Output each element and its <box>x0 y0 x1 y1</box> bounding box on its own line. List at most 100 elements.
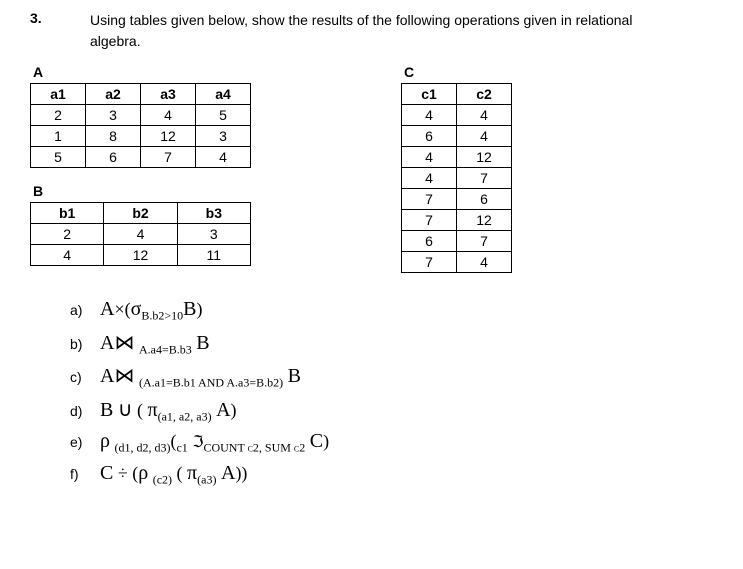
formula-label: b) <box>70 336 100 352</box>
sigma-icon: σ <box>131 298 142 320</box>
table-row: 6 4 <box>402 126 512 147</box>
symbol-open-paren: ( <box>137 400 143 420</box>
symbol-A: A <box>216 399 230 421</box>
table-cell: 12 <box>104 245 177 266</box>
symbol-C: C <box>100 462 113 484</box>
subscript: (A.a1=B.b1 AND A.a3=B.b2) <box>139 376 283 390</box>
table-b-group: B b1 b2 b3 2 4 3 4 12 11 <box>30 183 251 266</box>
formula-e: e) ρ (d1, d2, d3)(c1 ℑCOUNT c2, SUM c2 C… <box>70 430 713 456</box>
table-cell: 12 <box>141 126 196 147</box>
subscript: (a1, a2, a3) <box>158 409 212 423</box>
table-cell: 5 <box>31 147 86 168</box>
table-cell: 4 <box>104 224 177 245</box>
pi-icon: π <box>187 462 197 484</box>
table-header: a3 <box>141 84 196 105</box>
question-number: 3. <box>30 10 90 49</box>
table-header: b3 <box>177 203 250 224</box>
table-cell: 4 <box>31 245 104 266</box>
formula-label: a) <box>70 302 100 318</box>
formula-b: b) A⋈ A.a4=B.b3 B <box>70 330 713 358</box>
symbol-B: B <box>183 298 196 320</box>
table-cell: 2 <box>31 224 104 245</box>
table-cell: 1 <box>31 126 86 147</box>
subscript: COUNT c2, SUM c2 <box>203 441 305 455</box>
table-cell: 2 <box>31 105 86 126</box>
table-row: c1 c2 <box>402 84 512 105</box>
table-row: 4 4 <box>402 105 512 126</box>
symbol-close-paren: )) <box>235 463 247 483</box>
table-cell: 7 <box>402 252 457 273</box>
table-row: b1 b2 b3 <box>31 203 251 224</box>
table-cell: 12 <box>457 147 512 168</box>
table-header: a2 <box>86 84 141 105</box>
formula-f: f) C ÷ (ρ (c2) ( π(a3) A)) <box>70 462 713 488</box>
table-row: 7 6 <box>402 189 512 210</box>
table-cell: 4 <box>457 252 512 273</box>
subscript: (d1, d2, d3) <box>114 441 170 455</box>
table-cell: 4 <box>402 168 457 189</box>
formula-content: B ∪ ( π(a1, a2, a3) A) <box>100 397 237 425</box>
table-row: 7 12 <box>402 210 512 231</box>
question-text-line1: Using tables given below, show the resul… <box>90 12 632 28</box>
table-cell: 3 <box>86 105 141 126</box>
table-row: a1 a2 a3 a4 <box>31 84 251 105</box>
table-row: 7 4 <box>402 252 512 273</box>
symbol-close-paren: ) <box>323 431 329 451</box>
symbol-close-paren: ) <box>197 299 203 319</box>
table-header: b1 <box>31 203 104 224</box>
question-text-line2: algebra. <box>90 33 632 49</box>
aggregate-icon: ℑ <box>192 434 203 451</box>
symbol-B: B <box>288 365 301 387</box>
table-row: 1 8 12 3 <box>31 126 251 147</box>
subscript: (a3) <box>197 473 216 487</box>
table-cell: 3 <box>196 126 251 147</box>
table-header: a1 <box>31 84 86 105</box>
table-row: 4 7 <box>402 168 512 189</box>
formula-label: f) <box>70 466 100 482</box>
table-cell: 6 <box>402 126 457 147</box>
tables-container: A a1 a2 a3 a4 2 3 4 5 1 8 12 <box>30 64 713 273</box>
formula-a: a) A×(σB.b2>10B) <box>70 298 713 324</box>
pi-icon: π <box>147 399 157 421</box>
symbol-A: A <box>100 365 114 387</box>
table-row: 2 4 3 <box>31 224 251 245</box>
table-cell: 7 <box>402 189 457 210</box>
rho-icon: ρ <box>138 462 148 484</box>
left-tables: A a1 a2 a3 a4 2 3 4 5 1 8 12 <box>30 64 251 273</box>
formula-label: c) <box>70 369 100 385</box>
formula-label: e) <box>70 434 100 450</box>
table-cell: 12 <box>457 210 512 231</box>
table-cell: 7 <box>457 231 512 252</box>
table-row: 4 12 <box>402 147 512 168</box>
table-a: a1 a2 a3 a4 2 3 4 5 1 8 12 3 <box>30 83 251 168</box>
table-cell: 4 <box>457 105 512 126</box>
table-a-group: A a1 a2 a3 a4 2 3 4 5 1 8 12 <box>30 64 251 168</box>
division-icon: ÷ <box>118 463 128 483</box>
table-cell: 5 <box>196 105 251 126</box>
symbol-A: A <box>100 332 114 354</box>
table-b: b1 b2 b3 2 4 3 4 12 11 <box>30 202 251 266</box>
table-header: c2 <box>457 84 512 105</box>
question-text-wrapper: Using tables given below, show the resul… <box>90 10 632 49</box>
table-cell: 6 <box>402 231 457 252</box>
formula-c: c) A⋈ (A.a1=B.b1 AND A.a3=B.b2) B <box>70 363 713 391</box>
symbol-A: A <box>100 298 114 320</box>
table-cell: 6 <box>86 147 141 168</box>
table-row: 6 7 <box>402 231 512 252</box>
symbol-c1: c1 <box>176 441 187 455</box>
formula-content: A⋈ (A.a1=B.b1 AND A.a3=B.b2) B <box>100 363 301 391</box>
table-cell: 3 <box>177 224 250 245</box>
table-row: 2 3 4 5 <box>31 105 251 126</box>
table-cell: 4 <box>402 147 457 168</box>
join-icon: ⋈ <box>114 332 134 354</box>
union-icon: ∪ <box>118 399 133 421</box>
symbol-C: C <box>310 430 323 452</box>
table-cell: 8 <box>86 126 141 147</box>
symbol-B: B <box>100 399 113 421</box>
formula-label: d) <box>70 403 100 419</box>
question-header: 3. Using tables given below, show the re… <box>30 10 713 49</box>
table-row: 4 12 11 <box>31 245 251 266</box>
formula-content: ρ (d1, d2, d3)(c1 ℑCOUNT c2, SUM c2 C) <box>100 430 329 456</box>
formula-content: A⋈ A.a4=B.b3 B <box>100 330 210 358</box>
rho-icon: ρ <box>100 430 110 452</box>
